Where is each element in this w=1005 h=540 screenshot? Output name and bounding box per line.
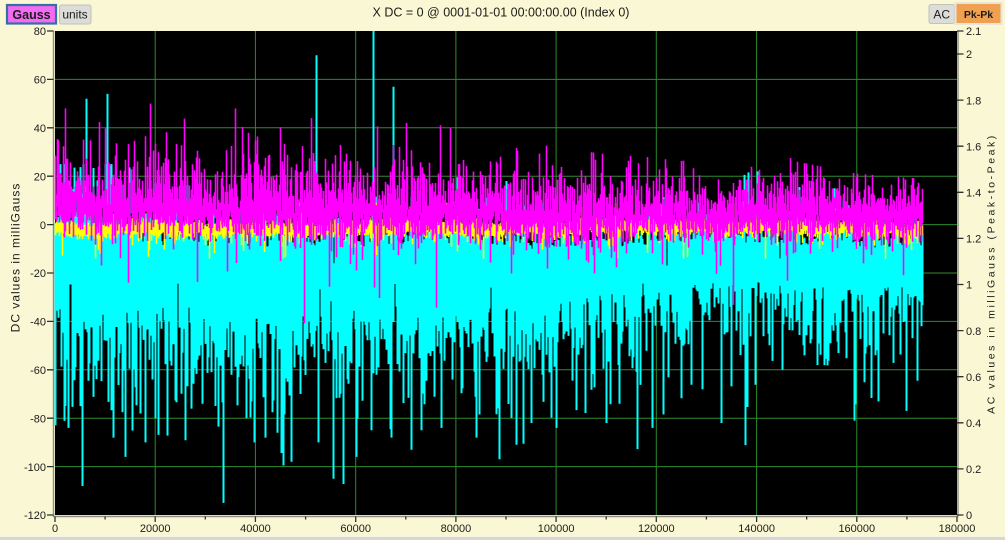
svg-text:DC values in milliGauss: DC values in milliGauss	[9, 183, 23, 333]
svg-text:1.6: 1.6	[966, 141, 981, 153]
svg-text:80: 80	[34, 26, 46, 38]
svg-text:1.4: 1.4	[966, 188, 981, 200]
svg-text:AC values in milliGauss (Peak: AC values in milliGauss (Peak-to-Peak)	[986, 133, 998, 414]
svg-text:40000: 40000	[240, 523, 271, 535]
svg-text:20000: 20000	[140, 523, 171, 535]
svg-text:0: 0	[966, 510, 972, 522]
svg-text:-100: -100	[24, 462, 46, 474]
svg-text:140000: 140000	[738, 523, 775, 535]
svg-text:1.8: 1.8	[966, 95, 981, 107]
svg-text:0: 0	[52, 523, 58, 535]
svg-text:0.6: 0.6	[966, 372, 981, 384]
svg-text:-40: -40	[30, 317, 46, 329]
svg-text:20: 20	[34, 171, 46, 183]
svg-text:1.2: 1.2	[966, 234, 981, 246]
svg-text:160000: 160000	[838, 523, 875, 535]
svg-text:X DC = 0 @ 0001-01-01 00:00:00: X DC = 0 @ 0001-01-01 00:00:00.00 (Index…	[373, 6, 630, 20]
svg-text:40: 40	[34, 123, 46, 135]
svg-text:180000: 180000	[939, 523, 976, 535]
svg-text:AC: AC	[933, 8, 950, 22]
svg-text:units: units	[62, 8, 87, 22]
svg-text:60000: 60000	[340, 523, 371, 535]
svg-text:Pk-Pk: Pk-Pk	[964, 9, 993, 21]
svg-text:2.1: 2.1	[966, 26, 981, 38]
svg-text:Gauss: Gauss	[12, 8, 50, 22]
svg-text:-80: -80	[30, 413, 46, 425]
svg-text:80000: 80000	[441, 523, 472, 535]
svg-text:0.8: 0.8	[966, 326, 981, 338]
svg-text:0: 0	[40, 220, 46, 232]
svg-text:120000: 120000	[638, 523, 675, 535]
svg-text:0.4: 0.4	[966, 418, 981, 430]
svg-text:1: 1	[966, 280, 972, 292]
svg-text:0.2: 0.2	[966, 464, 981, 476]
svg-text:60: 60	[34, 75, 46, 87]
svg-text:-60: -60	[30, 365, 46, 377]
svg-text:-120: -120	[24, 510, 46, 522]
svg-text:2: 2	[966, 49, 972, 61]
svg-text:-20: -20	[30, 268, 46, 280]
svg-text:100000: 100000	[538, 523, 575, 535]
